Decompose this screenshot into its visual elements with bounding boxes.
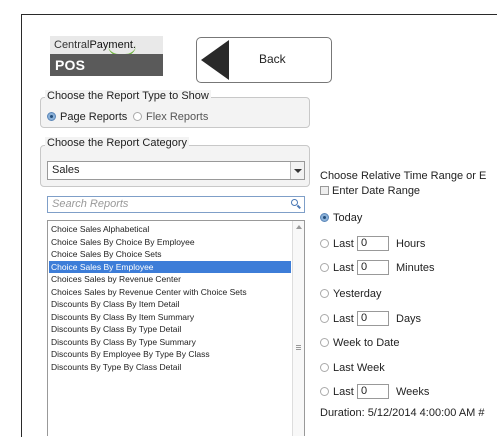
report-list-item[interactable]: Discounts By Class By Type Detail (49, 323, 291, 335)
radio-unchecked-icon (320, 239, 329, 248)
radio-unchecked-icon (320, 314, 329, 323)
report-list-item[interactable]: Discounts By Class By Item Detail (49, 298, 291, 310)
today-radio[interactable]: Today (320, 212, 362, 224)
back-arrow-icon (201, 40, 229, 80)
report-list-item[interactable]: Choices Sales by Revenue Center (49, 273, 291, 285)
report-list-item[interactable]: Choice Sales By Employee (49, 260, 291, 273)
back-button-label: Back (259, 52, 286, 66)
report-list-item[interactable]: Choices Sales by Revenue Center with Cho… (49, 286, 291, 298)
enter-date-range-checkbox[interactable]: Enter Date Range (320, 185, 420, 197)
report-list-item[interactable]: Discounts By Class By Item Summary (49, 311, 291, 323)
report-category-legend: Choose the Report Category (45, 137, 190, 149)
logo-product-name: POS SOLUTIONS (50, 54, 163, 95)
scroll-grip-icon (296, 345, 301, 350)
checkbox-icon (320, 186, 329, 195)
last-hours-input[interactable]: 0 (357, 236, 389, 251)
hours-unit-label: Hours (396, 238, 426, 250)
report-list-item[interactable]: Discounts By Type By Class Detail (49, 361, 291, 373)
report-type-legend: Choose the Report Type to Show (45, 90, 211, 102)
last-weeks-input[interactable]: 0 (357, 384, 389, 399)
reports-list[interactable]: Choice Sales Alphabetical Choice Sales By… (47, 220, 305, 436)
list-scrollbar[interactable] (292, 221, 304, 436)
week-to-date-radio[interactable]: Week to Date (320, 337, 399, 349)
last-week-radio[interactable]: Last Week (320, 362, 385, 374)
last-days-input[interactable]: 0 (357, 311, 389, 326)
report-list-item[interactable]: Choice Sales By Choice By Employee (49, 236, 291, 248)
days-unit-label: Days (396, 313, 422, 325)
last-minutes-radio[interactable]: Last (320, 262, 354, 274)
radio-checked-icon (47, 112, 56, 121)
radio-unchecked-icon (133, 112, 142, 121)
minutes-unit-label: Minutes (396, 262, 435, 274)
search-reports-input[interactable]: Search Reports (47, 196, 305, 213)
last-weeks-radio[interactable]: Last (320, 386, 354, 398)
scroll-up-icon (296, 225, 302, 229)
search-icon (291, 199, 301, 210)
radio-unchecked-icon (320, 387, 329, 396)
duration-text: Duration: 5/12/2014 4:00:00 AM # (320, 407, 485, 419)
report-list-item[interactable]: Choice Sales Alphabetical (49, 223, 291, 235)
report-list-item[interactable]: Discounts By Employee By Type By Class (49, 348, 291, 360)
radio-checked-icon (320, 213, 329, 222)
radio-unchecked-icon (320, 263, 329, 272)
radio-unchecked-icon (320, 363, 329, 372)
last-days-radio[interactable]: Last (320, 313, 354, 325)
yesterday-radio[interactable]: Yesterday (320, 288, 382, 300)
radio-unchecked-icon (320, 289, 329, 298)
chevron-down-icon (290, 162, 304, 179)
last-minutes-input[interactable]: 0 (357, 260, 389, 275)
back-button[interactable]: Back (196, 37, 332, 83)
last-hours-radio[interactable]: Last (320, 238, 354, 250)
time-range-heading: Choose Relative Time Range or E (320, 170, 487, 182)
report-list-item[interactable]: Choice Sales By Choice Sets (49, 248, 291, 260)
report-list-item[interactable]: Discounts By Class By Type Summary (49, 336, 291, 348)
weeks-unit-label: Weeks (396, 386, 430, 398)
radio-unchecked-icon (320, 338, 329, 347)
report-category-select[interactable]: Sales (47, 161, 305, 180)
page-reports-radio[interactable]: Page Reports (47, 111, 127, 123)
flex-reports-radio[interactable]: Flex Reports (133, 111, 208, 123)
central-payment-logo: CentralPayment. POS SOLUTIONS (50, 36, 163, 95)
